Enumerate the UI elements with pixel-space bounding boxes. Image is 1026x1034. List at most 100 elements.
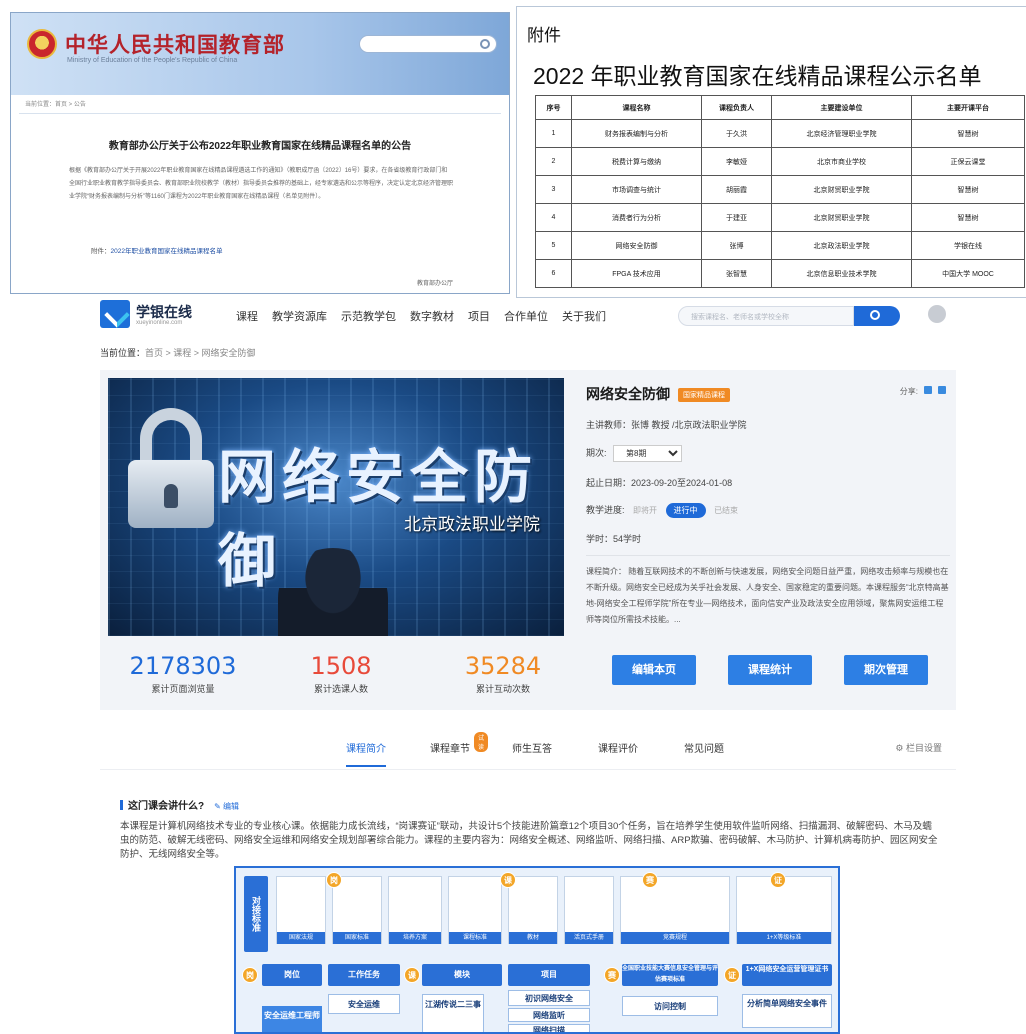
progress-ongoing: 进行中	[665, 503, 706, 518]
share-weibo-icon[interactable]	[938, 386, 946, 394]
doc-thumbnail: 国家标准	[332, 876, 382, 944]
stat-value: 35284	[464, 652, 542, 680]
table-cell: 正保云课堂	[911, 147, 1025, 176]
search-icon	[870, 310, 880, 320]
column-header: 1+X网络安全运营管理证书	[742, 964, 832, 986]
tab-faq[interactable]: 常见问题	[684, 740, 724, 755]
national-emblem-icon	[27, 29, 57, 59]
hours: 学时：54学时	[586, 534, 642, 544]
menu-item-about[interactable]: 关于我们	[562, 308, 606, 324]
doc-caption: 1+X等级标准	[737, 932, 831, 944]
table-cell: 北京财贸职业学院	[771, 175, 912, 204]
doc-thumbnail: 培养方案	[388, 876, 442, 944]
gear-icon: ⚙	[895, 743, 906, 753]
table-cell: 张博	[701, 231, 772, 260]
progress-upcoming: 即将开	[633, 506, 658, 515]
section-body: 本课程是计算机网络技术专业的专业核心课。依据能力成长流线，“岗课赛证”联动，共设…	[120, 821, 938, 860]
menu-item-resource-library[interactable]: 教学资源库	[272, 308, 327, 324]
edit-icon: ✎	[214, 802, 224, 811]
course-cover-image: 网络安全防御 北京政法职业学院	[108, 378, 564, 636]
tab-qa[interactable]: 师生互答	[512, 740, 552, 755]
term-row: 期次: 第8期	[586, 445, 950, 462]
breadcrumb-path[interactable]: 首页 > 课程 > 网络安全防御	[145, 348, 256, 358]
attachment-link[interactable]: 2022年职业教育国家在线精品课程名单	[111, 248, 223, 255]
tab-reviews[interactable]: 课程评价	[598, 740, 638, 755]
table-row: 2 税费计算与缴纳 李敏娅 北京市商业学校 正保云课堂	[535, 147, 1025, 176]
stat-enrolled: 1508 累计选课人数	[276, 652, 406, 695]
table-cell: 李敏娅	[701, 147, 772, 176]
share-label: 分享:	[899, 387, 918, 396]
table-cell: 2	[535, 147, 572, 176]
doc-caption: 教材	[509, 932, 557, 944]
curriculum-diagram: 对接标准 国家法规 国家标准 培养方案 课程标准 教材 活页式手册 竞赛规程 1…	[234, 866, 840, 1034]
term-select[interactable]: 第8期	[613, 445, 683, 462]
doc-thumbnail: 1+X等级标准	[736, 876, 832, 944]
diagram-cell: 分析简单网络安全事件	[742, 994, 832, 1028]
diagram-cell: 网络监听	[508, 1008, 590, 1022]
menu-item-digital-textbook[interactable]: 数字教材	[410, 308, 454, 324]
edit-page-button[interactable]: 编辑本页	[612, 655, 696, 685]
course-list-table: 序号 课程名称 课程负责人 主要建设单位 主要开课平台 1 财务报表编制与分析 于久…	[535, 95, 1025, 288]
table-row: 3 市场调查与统计 胡丽霞 北京财贸职业学院 智慧树	[535, 175, 1025, 204]
marker-gang-icon: 岗	[242, 967, 258, 983]
stat-interactions: 35284 累计互动次数	[438, 652, 568, 695]
table-row: 5 网络安全防御 张博 北京政法职业学院 学银在线	[535, 231, 1025, 260]
date-range: 起止日期：2023-09-20至2024-01-08	[586, 478, 733, 488]
menu-item-partners[interactable]: 合作单位	[504, 308, 548, 324]
edit-link[interactable]: ✎ 编辑	[214, 802, 239, 811]
table-row: 1 财务报表编制与分析 于久洪 北京经济管理职业学院 智慧树	[535, 119, 1025, 148]
doc-thumbnail: 国家法规	[276, 876, 326, 944]
menu-item-demo-package[interactable]: 示范教学包	[341, 308, 396, 324]
table-cell: 智慧树	[911, 203, 1025, 232]
table-cell: 张智慧	[701, 259, 772, 288]
stat-value: 2178303	[129, 652, 237, 680]
table-cell: 5	[535, 231, 572, 260]
course-header: 网络安全防御 北京政法职业学院 网络安全防御 国家精品课程 分享: 主讲教师：张博…	[100, 370, 956, 710]
brand-name[interactable]: 学银在线	[136, 302, 192, 322]
xueyin-logo-icon[interactable]	[100, 300, 130, 328]
course-stats-button[interactable]: 课程统计	[728, 655, 812, 685]
term-manage-button[interactable]: 期次管理	[844, 655, 928, 685]
user-avatar[interactable]	[928, 305, 946, 323]
brand-domain: xueyinonline.com	[136, 320, 183, 326]
stat-label: 累计选课人数	[313, 684, 368, 694]
table-cell: 网络安全防御	[571, 231, 702, 260]
table-cell: 1	[535, 119, 572, 148]
table-cell: 消费者行为分析	[571, 203, 702, 232]
column-settings[interactable]: ⚙ 栏目设置	[895, 741, 942, 754]
column-settings-label: 栏目设置	[905, 743, 942, 753]
stat-label: 累计互动次数	[475, 684, 530, 694]
section-heading-text: 这门课会讲什么?	[128, 801, 205, 812]
table-cell: 财务报表编制与分析	[571, 119, 702, 148]
table-cell: 北京市商业学校	[771, 147, 912, 176]
diagram-side-label: 对接标准	[244, 876, 268, 952]
site-search-input[interactable]: 搜索课程名、老师名或学校全称	[678, 306, 854, 326]
diagram-cell: 江湖传说二三事	[422, 994, 484, 1032]
table-cell: FPGA 技术应用	[571, 259, 702, 288]
share-wechat-icon[interactable]	[924, 386, 932, 394]
attachment-line: 附件：2022年职业教育国家在线精品课程名单	[91, 245, 222, 255]
stat-value: 1508	[310, 652, 372, 680]
notice-paragraph: 根据《教育部办公厅关于开展2022年职业教育国家在线精品课程遴选工作的通知》（教…	[69, 168, 454, 200]
moe-banner: 中华人民共和国教育部 Ministry of Education of the …	[11, 13, 509, 95]
menu-item-courses[interactable]: 课程	[236, 308, 258, 324]
table-header-row: 序号 课程名称 课程负责人 主要建设单位 主要开课平台	[535, 95, 1025, 120]
progress-label: 教学进度:	[586, 505, 625, 515]
edit-label: 编辑	[223, 802, 240, 811]
tab-intro[interactable]: 课程简介	[346, 740, 386, 767]
tab-chapters[interactable]: 课程章节 试读	[430, 732, 489, 755]
site-search-button[interactable]	[854, 306, 900, 326]
doc-thumbnail: 教材	[508, 876, 558, 944]
cover-school: 北京政法职业学院	[404, 515, 540, 535]
search-icon[interactable]	[480, 39, 490, 49]
col-header: 主要开课平台	[911, 95, 1025, 120]
term-label: 期次:	[586, 448, 607, 458]
menu-item-projects[interactable]: 项目	[468, 308, 490, 324]
stat-page-views: 2178303 累计页面浏览量	[118, 652, 248, 695]
doc-thumbnail: 课程标准	[448, 876, 502, 944]
moe-search-input[interactable]	[359, 35, 497, 53]
doc-thumbnail: 活页式手册	[564, 876, 614, 944]
table-cell: 学银在线	[911, 231, 1025, 260]
annex-panel: 附件 2022 年职业教育国家在线精品课程公示名单 序号 课程名称 课程负责人 …	[516, 6, 1026, 298]
table-cell: 北京政法职业学院	[771, 231, 912, 260]
